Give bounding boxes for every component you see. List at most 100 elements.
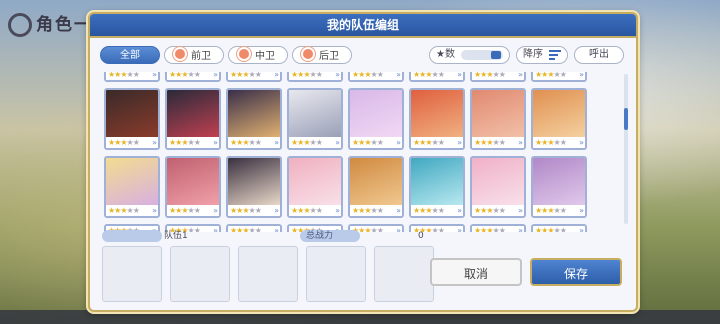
character-card[interactable]: ★★★★★» — [104, 156, 160, 218]
character-portrait — [350, 158, 402, 205]
save-button[interactable]: 保存 — [530, 258, 622, 286]
character-card[interactable]: ★★★★★» — [165, 156, 221, 218]
team-edit-dialog: 我的队伍编组 全部 前卫 中卫 后卫 ★数 降序 呼出 ★★★★★» ★★★★★»… — [88, 12, 638, 312]
character-card[interactable]: ★★★★★» — [226, 156, 282, 218]
tab-all[interactable]: 全部 — [100, 46, 160, 64]
chevron-icon: » — [152, 138, 157, 147]
team-slot[interactable] — [306, 246, 366, 302]
character-row-2: ★★★★★» ★★★★★» ★★★★★» ★★★★★» ★★★★★» ★★★★★» ★★★★… — [104, 156, 592, 218]
star-rating: ★★★★★ — [350, 205, 402, 216]
tab-midguard[interactable]: 中卫 — [228, 46, 288, 64]
character-card[interactable]: ★★★★★» — [348, 88, 404, 150]
filter-row: 全部 前卫 中卫 后卫 ★数 降序 呼出 — [100, 44, 624, 66]
star-rating: ★★★★★ — [228, 137, 280, 148]
character-card[interactable]: ★★★★★» — [104, 88, 160, 150]
chevron-icon: » — [335, 138, 340, 147]
chevron-icon: » — [335, 206, 340, 215]
chevron-icon: » — [396, 72, 401, 79]
character-card[interactable]: ★★★★★» — [470, 156, 526, 218]
chevron-icon: » — [213, 138, 218, 147]
chevron-icon: » — [335, 72, 340, 79]
chevron-icon: » — [457, 72, 462, 79]
tab-rearguard[interactable]: 后卫 — [292, 46, 352, 64]
tab-rearguard-label: 后卫 — [319, 51, 339, 62]
chevron-icon: » — [579, 138, 584, 147]
tab-midguard-label: 中卫 — [255, 51, 275, 62]
swirl-icon — [8, 13, 32, 37]
position-tabs: 全部 前卫 中卫 后卫 — [100, 46, 356, 64]
character-card[interactable]: ★★★★★» — [470, 88, 526, 150]
chevron-icon: » — [152, 206, 157, 215]
position-icon — [237, 47, 251, 61]
star-rating: ★★★★★ — [289, 72, 341, 80]
character-card[interactable]: ★★★★★» — [470, 72, 526, 82]
character-card[interactable]: ★★★★★» — [348, 72, 404, 82]
star-rating: ★★★★★ — [106, 72, 158, 80]
chevron-icon: » — [518, 206, 523, 215]
star-rating: ★★★★★ — [106, 205, 158, 216]
character-row-1: ★★★★★» ★★★★★» ★★★★★» ★★★★★» ★★★★★» ★★★★★» ★★★★… — [104, 88, 592, 150]
character-portrait — [289, 90, 341, 137]
team-name: 队伍1 — [164, 231, 188, 241]
chevron-icon: » — [274, 72, 279, 79]
team-label — [102, 230, 162, 242]
character-portrait — [533, 158, 585, 205]
dialog-title: 我的队伍编组 — [90, 14, 636, 38]
star-filter-toggle[interactable]: ★数 — [429, 46, 510, 64]
chevron-icon: » — [518, 138, 523, 147]
character-card[interactable]: ★★★★★» — [470, 224, 526, 232]
character-portrait — [106, 158, 158, 205]
chevron-icon: » — [579, 72, 584, 79]
scrollbar-thumb[interactable] — [624, 108, 628, 130]
call-button[interactable]: 呼出 — [574, 46, 624, 64]
star-rating: ★★★★★ — [289, 137, 341, 148]
character-portrait — [350, 90, 402, 137]
character-card[interactable]: ★★★★★» — [165, 88, 221, 150]
character-card[interactable]: ★★★★★» — [531, 88, 587, 150]
tab-vanguard-label: 前卫 — [191, 51, 211, 62]
background-bottom-bar — [0, 310, 720, 324]
chevron-icon: » — [457, 206, 462, 215]
chevron-icon: » — [213, 206, 218, 215]
team-slot[interactable] — [170, 246, 230, 302]
character-portrait — [472, 158, 524, 205]
team-slot[interactable] — [102, 246, 162, 302]
character-card[interactable]: ★★★★★» — [531, 224, 587, 232]
total-power-value: 0 — [418, 231, 424, 241]
character-card[interactable]: ★★★★★» — [531, 72, 587, 82]
team-info-bar: 队伍1 总战力 0 — [102, 230, 424, 242]
star-rating: ★★★★★ — [533, 72, 585, 80]
character-card[interactable]: ★★★★★» — [409, 88, 465, 150]
character-card[interactable]: ★★★★★» — [104, 72, 160, 82]
character-card[interactable]: ★★★★★» — [409, 156, 465, 218]
star-rating: ★★★★★ — [533, 226, 585, 232]
star-rating: ★★★★★ — [411, 205, 463, 216]
star-rating: ★★★★★ — [533, 137, 585, 148]
character-card[interactable]: ★★★★★» — [287, 156, 343, 218]
chevron-icon: » — [518, 226, 523, 232]
character-card[interactable]: ★★★★★» — [226, 72, 282, 82]
star-rating: ★★★★★ — [472, 72, 524, 80]
grid-scrollbar[interactable] — [624, 74, 628, 224]
character-card[interactable]: ★★★★★» — [531, 156, 587, 218]
character-card[interactable]: ★★★★★» — [226, 88, 282, 150]
star-rating: ★★★★★ — [228, 72, 280, 80]
character-portrait — [228, 158, 280, 205]
team-slot[interactable] — [374, 246, 434, 302]
chevron-icon: » — [457, 138, 462, 147]
character-card[interactable]: ★★★★★» — [287, 72, 343, 82]
character-card[interactable]: ★★★★★» — [287, 88, 343, 150]
cancel-button[interactable]: 取消 — [430, 258, 522, 286]
sort-order-button[interactable]: 降序 — [516, 46, 568, 64]
character-portrait — [411, 90, 463, 137]
star-rating: ★★★★★ — [167, 137, 219, 148]
team-slot[interactable] — [238, 246, 298, 302]
character-card[interactable]: ★★★★★» — [409, 72, 465, 82]
character-grid: ★★★★★» ★★★★★» ★★★★★» ★★★★★» ★★★★★» ★★★★★» ★★★★… — [104, 72, 614, 232]
character-card[interactable]: ★★★★★» — [165, 72, 221, 82]
tab-vanguard[interactable]: 前卫 — [164, 46, 224, 64]
star-rating: ★★★★★ — [411, 72, 463, 80]
character-card[interactable]: ★★★★★» — [348, 156, 404, 218]
toggle-icon — [461, 50, 503, 60]
star-rating: ★★★★★ — [350, 72, 402, 80]
